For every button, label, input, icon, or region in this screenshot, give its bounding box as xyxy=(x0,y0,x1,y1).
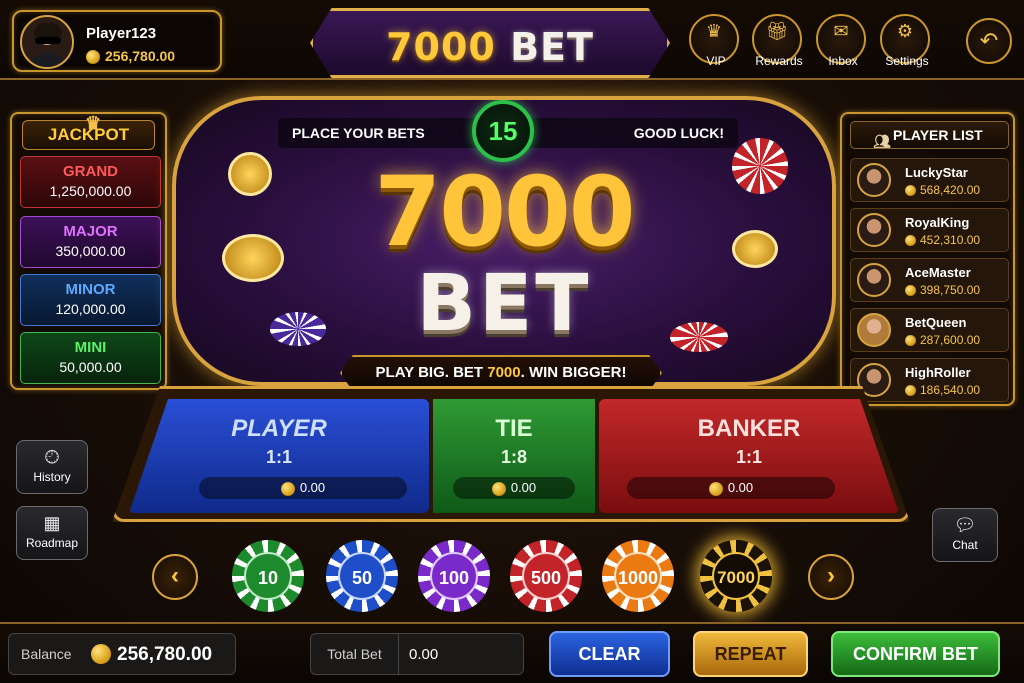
coin-icon xyxy=(491,481,506,496)
game-board: PLACE YOUR BETS GOOD LUCK! 15 7000 BET xyxy=(172,96,836,386)
confirm-bet-button[interactable]: CONFIRM BET xyxy=(831,631,1000,677)
chip-7000-selected[interactable]: 7000 xyxy=(700,540,772,612)
coin-icon xyxy=(708,481,723,496)
bet-zone-banker[interactable]: BANKER 1:1 0.00 xyxy=(599,399,899,513)
settings-button[interactable]: ⚙ Settings xyxy=(880,14,930,68)
countdown-timer: 15 xyxy=(472,100,534,162)
chips-next-button[interactable]: › xyxy=(808,554,854,600)
player-list-title: 👥︎ PLAYER LIST xyxy=(850,121,1009,149)
hero-word: BET xyxy=(416,259,592,349)
back-arrow-icon: ↶ xyxy=(979,28,999,53)
users-icon: 👥︎ xyxy=(873,133,891,149)
player-avatar xyxy=(20,15,74,69)
jackpot-minor: MINOR 120,000.00 xyxy=(20,274,161,326)
crown-icon: ♛ xyxy=(85,113,102,133)
total-bet-value: 0.00 xyxy=(409,646,439,663)
coin-icon xyxy=(905,185,916,197)
balance-display: Balance 256,780.00 xyxy=(8,633,236,675)
player-list-item[interactable]: LuckyStar 568,420.00 xyxy=(850,158,1009,202)
jackpot-major: MAJOR 350,000.00 xyxy=(20,216,161,268)
coin-icon xyxy=(905,385,916,397)
bet-table: PLAYER 1:1 0.00 TIE 1:8 0.00 BANKER 1:1 … xyxy=(112,386,910,522)
jackpot-mini: MINI 50,000.00 xyxy=(20,332,161,384)
good-luck-text: GOOD LUCK! xyxy=(633,125,724,141)
avatar xyxy=(857,313,891,347)
tagline-banner: PLAY BIG. BET 7000. WIN BIGGER! xyxy=(340,355,662,391)
vip-button[interactable]: ♛ VIP xyxy=(689,14,739,68)
coin-icon xyxy=(280,481,295,496)
coin-icon xyxy=(91,644,111,664)
player-balance: 256,780.00 xyxy=(86,48,175,65)
top-bar: Player123 256,780.00 7000 BET ♛ VIP 🎁︎ R… xyxy=(0,0,1024,80)
chips-prev-button[interactable]: ‹ xyxy=(152,554,198,600)
inbox-button[interactable]: ✉ Inbox xyxy=(816,14,866,68)
roadmap-button[interactable]: ▦ Roadmap xyxy=(16,506,88,560)
total-bet-display: Total Bet 0.00 xyxy=(310,633,524,675)
bet-zone-player[interactable]: PLAYER 1:1 0.00 xyxy=(129,399,429,513)
chip-100[interactable]: 100 xyxy=(418,540,490,612)
coin-icon xyxy=(905,235,916,247)
coin-icon xyxy=(905,335,916,347)
chip-10[interactable]: 10 xyxy=(232,540,304,612)
player-list-item[interactable]: HighRoller 186,540.00 xyxy=(850,358,1009,402)
bottom-bar: Balance 256,780.00 Total Bet 0.00 CLEAR … xyxy=(0,622,1024,683)
clear-button[interactable]: CLEAR xyxy=(549,631,670,677)
jackpot-grand: GRAND 1,250,000.00 xyxy=(20,156,161,208)
chevron-right-icon: › xyxy=(827,562,835,589)
place-bets-text: PLACE YOUR BETS xyxy=(292,125,425,141)
chip-50[interactable]: 50 xyxy=(326,540,398,612)
player-list-panel: 👥︎ PLAYER LIST LuckyStar 568,420.00 Roya… xyxy=(840,112,1015,406)
avatar xyxy=(857,213,891,247)
chat-bubble-icon: 💬︎ xyxy=(953,515,977,535)
avatar xyxy=(857,263,891,297)
back-button[interactable]: ↶ xyxy=(966,18,1012,64)
player-profile[interactable]: Player123 256,780.00 xyxy=(12,10,222,72)
banker-bet-amount: 0.00 xyxy=(627,477,835,499)
chip-500[interactable]: 500 xyxy=(510,540,582,612)
player-list-item[interactable]: BetQueen 287,600.00 xyxy=(850,308,1009,352)
bet-zone-tie[interactable]: TIE 1:8 0.00 xyxy=(433,399,595,513)
envelope-icon: ✉ xyxy=(833,21,849,41)
hero-number: 7000 xyxy=(374,156,635,268)
coin-icon xyxy=(905,285,916,297)
clock-history-icon: 🕘︎ xyxy=(44,447,60,467)
tie-bet-amount: 0.00 xyxy=(453,477,575,499)
player-list-item[interactable]: RoyalKing 452,310.00 xyxy=(850,208,1009,252)
gear-icon: ⚙ xyxy=(896,21,914,41)
rewards-button[interactable]: 🎁︎ Rewards xyxy=(752,14,803,68)
repeat-button[interactable]: REPEAT xyxy=(693,631,808,677)
jackpot-title: ♛ JACKPOT xyxy=(22,113,155,150)
game-logo: 7000 BET xyxy=(310,8,670,78)
chat-button[interactable]: 💬︎ Chat xyxy=(932,508,998,562)
player-list-item[interactable]: AceMaster 398,750.00 xyxy=(850,258,1009,302)
jackpot-panel: ♛ JACKPOT GRAND 1,250,000.00 MAJOR 350,000… xyxy=(10,112,167,390)
avatar xyxy=(857,163,891,197)
history-button[interactable]: 🕘︎ History xyxy=(16,440,88,494)
player-name: Player123 xyxy=(86,25,157,42)
grid-icon: ▦ xyxy=(43,513,61,533)
crown-icon: ♛ xyxy=(705,21,723,41)
player-bet-amount: 0.00 xyxy=(199,477,407,499)
gift-icon: 🎁︎ xyxy=(765,21,789,41)
coin-icon xyxy=(86,50,100,65)
balance-value: 256,780.00 xyxy=(117,644,213,665)
chip-1000[interactable]: 1000 xyxy=(602,540,674,612)
chevron-left-icon: ‹ xyxy=(171,562,179,589)
